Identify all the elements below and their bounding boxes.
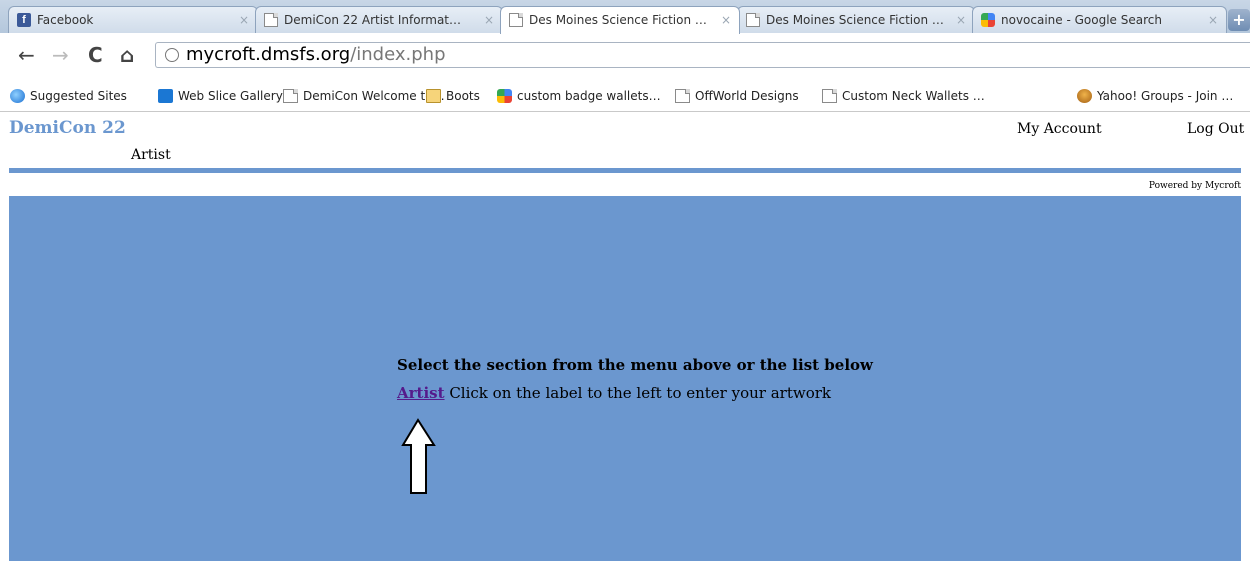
- tab-label: DemiCon 22 Artist Informat…: [284, 13, 462, 27]
- close-icon[interactable]: ×: [1208, 7, 1218, 33]
- page-icon: [822, 89, 837, 103]
- facebook-icon: f: [17, 13, 31, 27]
- bookmark-label: Web Slice Gallery: [178, 89, 283, 103]
- bookmark-offworld-designs[interactable]: OffWorld Designs: [675, 88, 799, 104]
- page-icon: [509, 13, 523, 27]
- close-icon[interactable]: ×: [484, 7, 494, 33]
- artist-section-link[interactable]: Artist: [397, 384, 445, 402]
- tab-facebook[interactable]: f Facebook ×: [8, 6, 258, 33]
- ie-icon: [10, 89, 25, 103]
- tab-label: novocaine - Google Search: [1001, 13, 1162, 27]
- close-icon[interactable]: ×: [956, 7, 966, 33]
- my-account-link[interactable]: My Account: [1017, 121, 1102, 137]
- bookmark-label: Boots: [446, 89, 480, 103]
- bookmark-label: Yahoo! Groups - Join …: [1097, 89, 1234, 103]
- tab-label: Facebook: [37, 13, 94, 27]
- bookmark-yahoo-groups[interactable]: Yahoo! Groups - Join …: [1077, 88, 1233, 104]
- up-arrow-icon: [401, 418, 436, 494]
- bookmark-demicon-welcome[interactable]: DemiCon Welcome te…: [283, 88, 445, 104]
- web-slice-icon: [158, 89, 173, 103]
- tab-google-search[interactable]: novocaine - Google Search ×: [972, 6, 1227, 33]
- tab-label: Des Moines Science Fiction …: [766, 13, 944, 27]
- back-icon[interactable]: ←: [18, 44, 35, 66]
- yahoo-groups-icon: [1077, 89, 1092, 103]
- tab-dmsfs-active[interactable]: Des Moines Science Fiction … ×: [500, 6, 740, 34]
- close-icon[interactable]: ×: [721, 7, 731, 33]
- forward-icon[interactable]: →: [52, 44, 69, 66]
- section-list-item: Artist Click on the label to the left to…: [397, 384, 831, 402]
- tab-label: Des Moines Science Fiction …: [529, 13, 707, 27]
- address-path: /index.php: [350, 44, 446, 65]
- bookmark-label: Suggested Sites: [30, 89, 127, 103]
- page-icon: [283, 89, 298, 103]
- page-icon: [746, 13, 760, 27]
- globe-icon: [165, 48, 179, 62]
- bookmark-suggested-sites[interactable]: Suggested Sites: [10, 88, 127, 104]
- page-icon: [264, 13, 278, 27]
- menu-item-artist[interactable]: Artist: [131, 147, 171, 163]
- bookmark-label: custom badge wallets…: [517, 89, 661, 103]
- site-title[interactable]: DemiCon 22: [9, 118, 126, 138]
- page-icon: [675, 89, 690, 103]
- address-host: mycroft.dmsfs.org: [186, 44, 351, 65]
- bookmark-boots[interactable]: Boots: [426, 88, 480, 104]
- bookmark-web-slice-gallery[interactable]: Web Slice Gallery: [158, 88, 283, 104]
- header-rule: [9, 168, 1241, 173]
- log-out-link[interactable]: Log Out: [1187, 121, 1244, 137]
- bookmark-custom-badge-wallets[interactable]: custom badge wallets…: [497, 88, 661, 104]
- bookmark-label: DemiCon Welcome te…: [303, 89, 445, 103]
- google-icon: [497, 89, 512, 103]
- bookmark-custom-neck-wallets[interactable]: Custom Neck Wallets …: [822, 88, 985, 104]
- section-heading: Select the section from the menu above o…: [397, 356, 873, 374]
- content-panel: Select the section from the menu above o…: [9, 196, 1241, 561]
- bookmark-label: OffWorld Designs: [695, 89, 799, 103]
- section-description: Click on the label to the left to enter …: [449, 384, 832, 402]
- home-icon[interactable]: ⌂: [120, 44, 134, 66]
- address-bar[interactable]: mycroft.dmsfs.org/index.php: [155, 42, 1250, 68]
- close-icon[interactable]: ×: [239, 7, 249, 33]
- tab-dmsfs[interactable]: Des Moines Science Fiction … ×: [737, 6, 975, 33]
- bookmark-label: Custom Neck Wallets …: [842, 89, 985, 103]
- new-tab-button[interactable]: +: [1228, 9, 1250, 31]
- reload-icon[interactable]: C: [88, 44, 103, 66]
- powered-by: Powered by Mycroft: [1148, 181, 1241, 191]
- folder-icon: [426, 89, 441, 103]
- google-icon: [981, 13, 995, 27]
- tab-demicon-artist[interactable]: DemiCon 22 Artist Informat… ×: [255, 6, 503, 33]
